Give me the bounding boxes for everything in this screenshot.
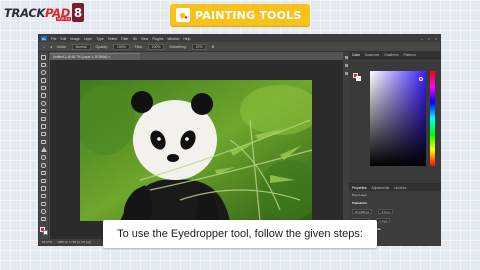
panda-photo <box>80 80 312 221</box>
instruction-caption: To use the Eyedropper tool, follow the g… <box>103 220 377 248</box>
menu-select[interactable]: Select <box>108 37 117 41</box>
tab-gradients[interactable]: Gradients <box>384 53 398 57</box>
photoshop-logo-icon: Ps <box>41 36 47 41</box>
shape-tool-icon[interactable] <box>41 193 46 199</box>
menu-type[interactable]: Type <box>96 37 103 41</box>
size-row: W 1280 px X 0 px <box>349 207 441 216</box>
zoom-level[interactable]: 66.67% <box>42 240 52 244</box>
healing-brush-tool-icon[interactable] <box>41 108 46 114</box>
menu-3d[interactable]: 3D <box>133 37 137 41</box>
history-brush-tool-icon[interactable] <box>41 131 46 137</box>
tab-properties[interactable]: Properties <box>352 186 367 190</box>
minimize-icon[interactable]: – <box>421 37 423 41</box>
hand-tool-icon[interactable] <box>41 201 46 207</box>
menu-view[interactable]: View <box>141 37 148 41</box>
paint-bucket-icon <box>176 8 190 22</box>
toolbox <box>39 52 49 240</box>
type-tool-icon[interactable] <box>41 178 46 183</box>
menu-image[interactable]: Image <box>70 37 79 41</box>
options-bar: ⌂ ● Mode: Normal Opacity: 100% Flow: 100… <box>39 42 440 52</box>
menu-edit[interactable]: Edit <box>60 37 66 41</box>
menu-help[interactable]: Help <box>183 37 190 41</box>
menu-layer[interactable]: Layer <box>84 37 92 41</box>
document-tab[interactable]: Untitled-1 @ 66.7% (Layer 1, RGB/8#) × <box>50 53 140 60</box>
tab-adjustments[interactable]: Adjustments <box>372 186 390 190</box>
close-icon[interactable]: × <box>435 37 437 41</box>
path-selection-tool-icon[interactable] <box>41 186 46 191</box>
frame-tool-icon[interactable] <box>41 93 46 98</box>
clone-stamp-tool-icon[interactable] <box>41 124 46 129</box>
menu-bar: Ps File Edit Image Layer Type Select Fil… <box>39 35 440 42</box>
color-picker <box>349 59 441 169</box>
color-panel-swatches[interactable] <box>353 73 361 81</box>
settings-icon[interactable]: ⚙ <box>211 45 214 49</box>
opacity-field[interactable]: 100% <box>112 43 130 50</box>
smoothing-field[interactable]: 10% <box>191 43 207 50</box>
width-field[interactable]: W 1280 px <box>352 209 373 214</box>
transform-header-row: Transform <box>349 199 441 207</box>
history-panel-icon[interactable] <box>344 56 348 59</box>
color-panel-background-swatch[interactable] <box>356 76 361 81</box>
right-panels: Color Swatches Gradients Patterns Proper… <box>349 52 441 246</box>
maximize-icon[interactable]: □ <box>428 37 430 41</box>
document-size: 1280 px x 720 px (72 ppi) <box>57 240 92 244</box>
color-panel-tabs: Color Swatches Gradients Patterns <box>349 52 441 59</box>
eraser-tool-icon[interactable] <box>41 139 46 145</box>
properties-tabs: Properties Adjustments Libraries <box>349 184 441 191</box>
marquee-tool-icon[interactable] <box>41 62 46 68</box>
x-field[interactable]: X 0 px <box>378 209 393 214</box>
menu-file[interactable]: File <box>51 37 56 41</box>
zoom-tool-icon[interactable] <box>41 209 46 214</box>
quick-select-tool-icon[interactable] <box>41 78 46 83</box>
color-picker-cursor[interactable] <box>419 77 423 81</box>
grade-badge: 8 <box>72 3 85 22</box>
brush-tool-icon[interactable] <box>41 116 46 121</box>
logo-version: VER 5.0 <box>56 17 72 21</box>
canvas-area[interactable] <box>50 60 347 241</box>
photoshop-window: Ps File Edit Image Layer Type Select Fil… <box>38 34 441 246</box>
window-controls: – □ × <box>421 37 440 41</box>
brush-preset-icon[interactable]: ● <box>50 45 52 49</box>
lasso-tool-icon[interactable] <box>41 70 46 75</box>
menu-window[interactable]: Window <box>167 37 179 41</box>
section-title: PAINTING TOOLS <box>195 8 302 22</box>
brush-panel-icon[interactable] <box>344 64 348 67</box>
mode-select[interactable]: Normal <box>71 43 91 50</box>
tab-patterns[interactable]: Patterns <box>403 53 415 57</box>
home-icon[interactable]: ⌂ <box>43 45 45 49</box>
layer-type: Pixel Layer <box>352 193 367 197</box>
tab-libraries[interactable]: Libraries <box>394 186 406 190</box>
section-title-banner: PAINTING TOOLS <box>170 4 310 26</box>
y-field[interactable]: Y 0 px <box>376 218 391 223</box>
caption-text: To use the Eyedropper tool, follow the g… <box>117 228 363 240</box>
color-swatches[interactable] <box>39 226 48 235</box>
transform-header: Transform <box>352 201 367 205</box>
mode-label: Mode: <box>57 44 67 49</box>
flow-field[interactable]: 100% <box>147 43 165 50</box>
move-tool-icon[interactable] <box>41 55 46 60</box>
hue-slider[interactable] <box>430 71 435 166</box>
eyedropper-tool-icon[interactable] <box>41 101 46 106</box>
more-tools-icon[interactable] <box>41 216 46 222</box>
menu-plugins[interactable]: Plugins <box>152 37 163 41</box>
blur-tool-icon[interactable] <box>41 155 46 160</box>
dodge-tool-icon[interactable] <box>41 163 46 168</box>
flow-label: Flow: <box>134 44 143 49</box>
adjustment-panel-icon[interactable] <box>344 72 348 75</box>
tab-color[interactable]: Color <box>352 53 360 57</box>
crop-tool-icon[interactable] <box>41 85 46 91</box>
trackpad-logo: TRACKPAD VER 5.0 8 <box>4 3 85 22</box>
tab-swatches[interactable]: Swatches <box>365 53 379 57</box>
pen-tool-icon[interactable] <box>41 170 46 176</box>
smoothing-label: Smoothing: <box>169 44 187 49</box>
background-color-swatch[interactable] <box>42 229 48 235</box>
saturation-field[interactable] <box>370 71 426 166</box>
opacity-label: Opacity: <box>95 44 108 49</box>
layer-type-row: Pixel Layer <box>349 191 441 199</box>
gradient-tool-icon[interactable] <box>40 147 47 153</box>
menu-filter[interactable]: Filter <box>121 37 129 41</box>
